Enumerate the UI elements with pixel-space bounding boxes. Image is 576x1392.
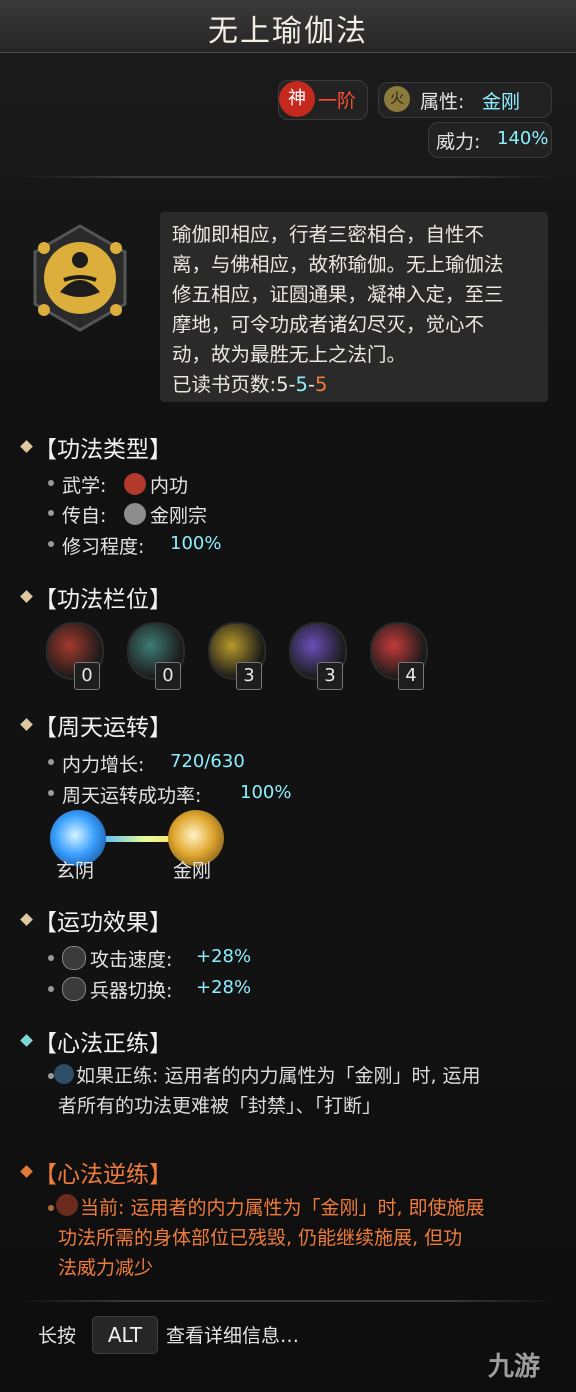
pages-read-value-2: 5 xyxy=(295,373,308,396)
grade-rank: 一阶 xyxy=(318,90,357,112)
list-dot xyxy=(48,790,54,796)
section-bullet-icon xyxy=(20,590,33,603)
power-value: 140% xyxy=(497,128,549,149)
source-value: 金刚宗 xyxy=(150,505,208,527)
section-bullet-icon xyxy=(20,718,33,731)
description-text: 瑜伽即相应，行者三密相合，自性不 离，与佛相应，故称瑜伽。无上瑜伽法 修五相应，… xyxy=(172,220,544,400)
section-title-effects: 【运功效果】 xyxy=(34,910,172,936)
pages-read-value-1: 5- xyxy=(276,373,296,396)
footer-hint: 查看详细信息… xyxy=(166,1325,300,1347)
forward-practice-icon xyxy=(54,1064,74,1084)
divider xyxy=(18,1300,558,1302)
source-label: 传自: xyxy=(62,505,107,527)
skill-tooltip-panel: 无上瑜伽法 神 一阶 火 属性: 金刚 威力: 140% 瑜伽即相应，行者三密相… xyxy=(0,0,576,1392)
footer-hold-label: 长按 xyxy=(38,1325,77,1347)
section-title-slots: 【功法栏位】 xyxy=(34,587,172,613)
reverse-practice-icon xyxy=(56,1194,78,1216)
list-dot xyxy=(48,480,54,486)
sect-emblem-icon xyxy=(124,503,146,525)
reverse-line-1: 当前: 运用者的内力属性为「金刚」时, 即使施展 xyxy=(80,1197,485,1219)
section-bullet-icon xyxy=(20,1165,33,1178)
slot-count: 3 xyxy=(317,662,343,690)
forward-line-2: 者所有的功法更难被「封禁」、「打断」 xyxy=(58,1095,382,1117)
section-title-reverse: 【心法逆练】 xyxy=(34,1162,172,1188)
list-dot xyxy=(48,541,54,547)
power-label: 威力: xyxy=(436,131,481,153)
divider xyxy=(18,176,558,178)
crossed-swords-icon xyxy=(62,946,86,970)
pages-read: 已读书页数:5-5-5 xyxy=(172,370,544,400)
description-line: 动，故为最胜无上之法门。 xyxy=(172,343,407,366)
reverse-line-2: 功法所需的身体部位已残毁, 仍能继续施展, 但功 xyxy=(58,1227,463,1249)
section-title-forward: 【心法正练】 xyxy=(34,1031,172,1057)
section-title-cycle: 【周天运转】 xyxy=(34,715,172,741)
list-dot xyxy=(48,759,54,765)
title-bar: 无上瑜伽法 xyxy=(0,0,576,53)
description-line: 摩地，可令功成者诸幻尽灭，觉心不 xyxy=(172,313,485,336)
pages-read-label: 已读书页数: xyxy=(172,373,277,396)
rate-value: 100% xyxy=(240,782,292,803)
practice-label: 修习程度: xyxy=(62,536,145,558)
description-line: 瑜伽即相应，行者三密相合，自性不 xyxy=(172,223,485,246)
section-bullet-icon xyxy=(20,913,33,926)
effect-weapon-switch-value: +28% xyxy=(196,977,252,998)
orb-right-label: 金刚 xyxy=(173,860,212,882)
growth-label: 内力增长: xyxy=(62,754,145,776)
slot-count: 4 xyxy=(398,662,424,690)
alt-key-button[interactable]: ALT xyxy=(92,1316,158,1354)
growth-value: 720/630 xyxy=(170,751,245,772)
crossed-swords-icon xyxy=(62,977,86,1001)
grade-god-badge: 神 xyxy=(279,81,315,117)
list-dot xyxy=(48,986,54,992)
section-title-type: 【功法类型】 xyxy=(34,437,172,463)
martial-label: 武学: xyxy=(62,475,107,497)
slot-count: 0 xyxy=(155,662,181,690)
effect-attack-speed-label: 攻击速度: xyxy=(90,949,173,971)
description-line: 离，与佛相应，故称瑜伽。无上瑜伽法 xyxy=(172,253,504,276)
section-bullet-icon xyxy=(20,440,33,453)
pages-read-separator: - xyxy=(307,373,315,396)
practice-value: 100% xyxy=(170,533,222,554)
description-line: 修五相应，证圆通果，凝神入定，至三 xyxy=(172,283,504,306)
forward-line-1: 如果正练: 运用者的内力属性为「金刚」时, 运用 xyxy=(76,1065,481,1087)
attribute-icon: 火 xyxy=(384,86,410,112)
effect-attack-speed-value: +28% xyxy=(196,946,252,967)
list-dot xyxy=(48,955,54,961)
watermark-logo: 九游 xyxy=(488,1352,541,1382)
orb-left-label: 玄阴 xyxy=(56,860,95,882)
list-dot xyxy=(48,510,54,516)
meditation-emblem-icon xyxy=(33,224,127,332)
inner-skill-icon xyxy=(124,473,146,495)
list-dot xyxy=(48,1205,54,1211)
skill-title: 无上瑜伽法 xyxy=(208,14,368,49)
attribute-value: 金刚 xyxy=(482,91,521,113)
effect-weapon-switch-label: 兵器切换: xyxy=(90,980,173,1002)
slot-count: 0 xyxy=(74,662,100,690)
martial-value: 内功 xyxy=(150,475,189,497)
pages-read-value-3: 5 xyxy=(315,373,328,396)
reverse-line-3: 法威力减少 xyxy=(58,1257,154,1279)
attribute-label: 属性: xyxy=(420,91,465,113)
rate-label: 周天运转成功率: xyxy=(62,785,202,807)
slot-count: 3 xyxy=(236,662,262,690)
section-bullet-icon xyxy=(20,1034,33,1047)
